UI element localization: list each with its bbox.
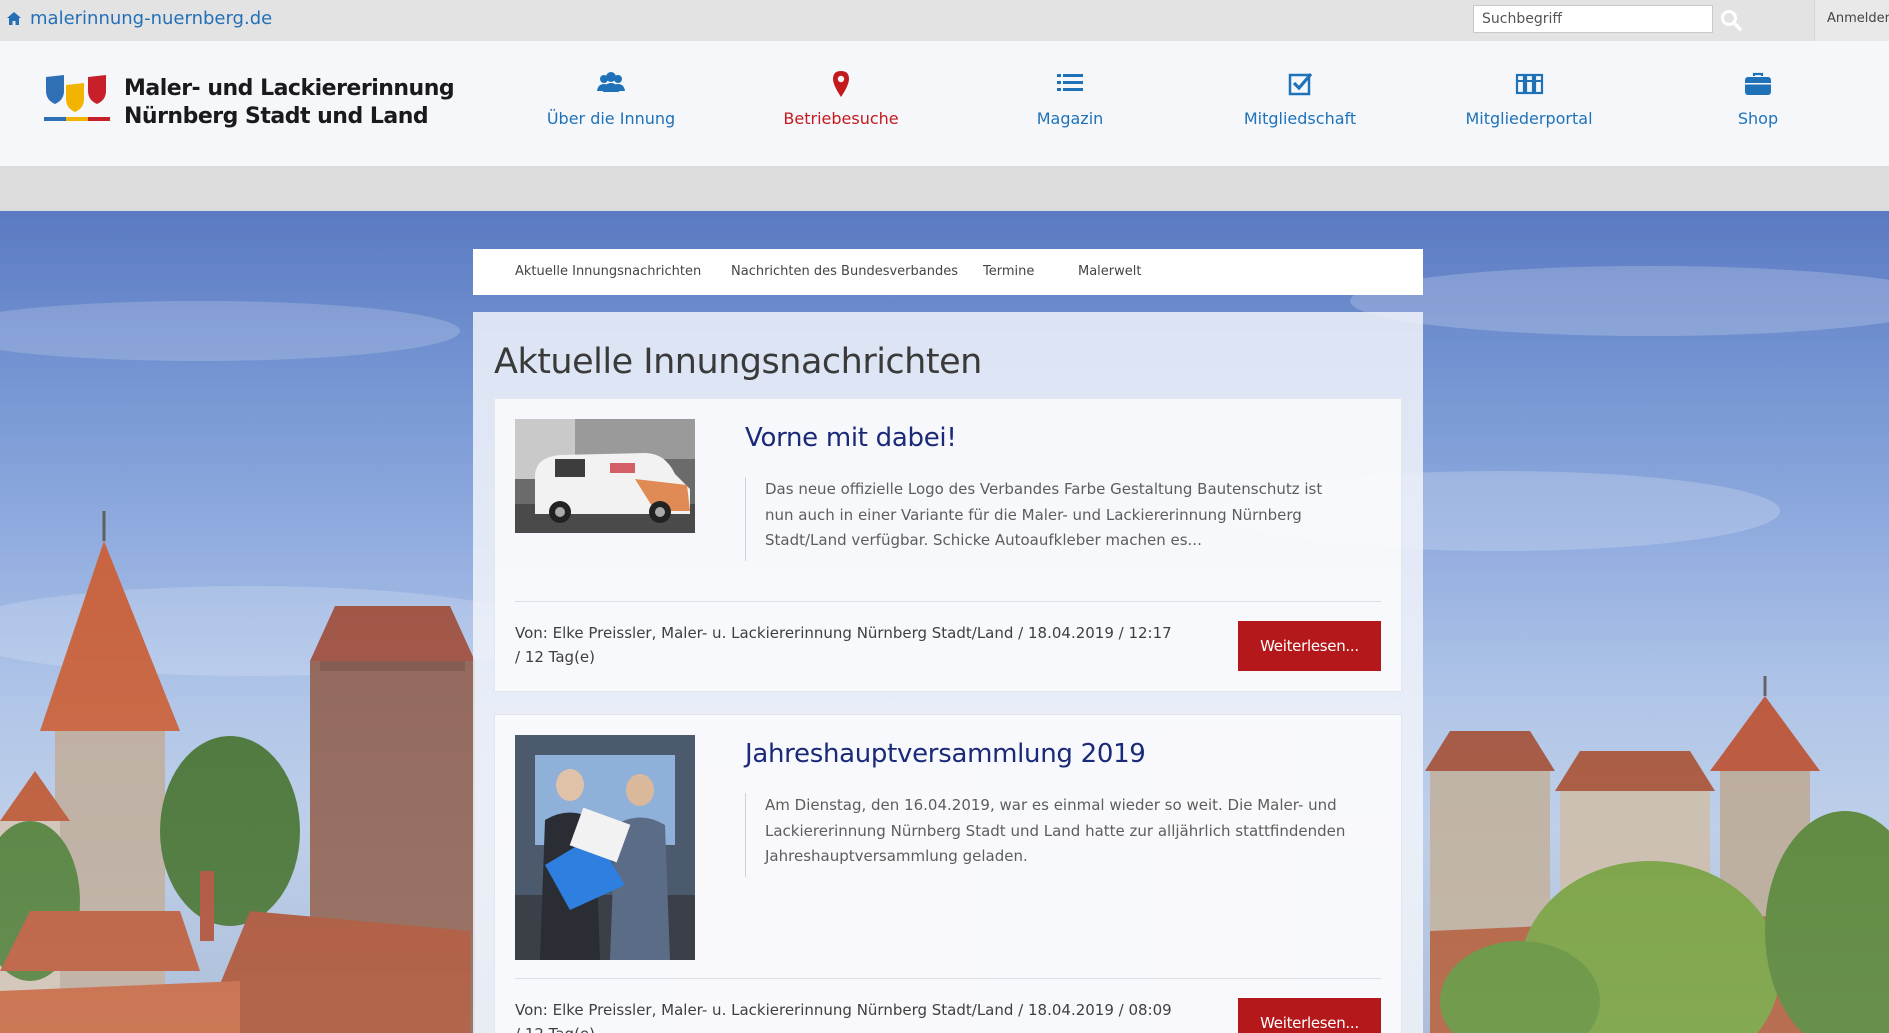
nav-item-betriebesuche[interactable]: Betriebesuche xyxy=(741,69,941,128)
nav-item-shop[interactable]: Shop xyxy=(1658,69,1858,128)
nav-item-mitgliedschaft[interactable]: Mitgliedschaft xyxy=(1200,69,1400,128)
nav-label: Shop xyxy=(1737,109,1779,128)
meeting-photo-image xyxy=(515,735,695,960)
article-thumbnail-van[interactable] xyxy=(515,419,695,533)
nav-item-mitgliederportal[interactable]: Mitgliederportal xyxy=(1429,69,1629,128)
read-more-button[interactable]: Weiterlesen... xyxy=(1238,621,1381,671)
page-title: Aktuelle Innungsnachrichten xyxy=(494,342,982,382)
header-divider-band xyxy=(0,166,1889,211)
shield-logo-icon xyxy=(44,75,110,121)
subnav-item-malerwelt[interactable]: Malerwelt xyxy=(1078,264,1141,279)
nav-label: Betriebesuche xyxy=(783,109,899,128)
users-icon xyxy=(597,72,625,92)
subnav-item-aktuelle-innungsnachrichten[interactable]: Aktuelle Innungsnachrichten xyxy=(515,264,701,279)
logo-line-1: Maler- und Lackiererinnung xyxy=(124,76,455,101)
nav-label: Magazin xyxy=(1036,109,1104,128)
site-header: Maler- und Lackiererinnung Nürnberg Stad… xyxy=(0,41,1889,166)
news-card: Jahreshauptversammlung 2019 Am Dienstag,… xyxy=(494,714,1402,1033)
card-divider xyxy=(515,978,1381,979)
nav-item-ueber-die-innung[interactable]: Über die Innung xyxy=(511,69,711,128)
subnav-item-nachrichten-des-bundesverbandes[interactable]: Nachrichten des Bundesverbandes xyxy=(731,264,958,279)
innung-logo[interactable]: Maler- und Lackiererinnung Nürnberg Stad… xyxy=(42,73,455,135)
logo-wordmark: Maler- und Lackiererinnung Nürnberg Stad… xyxy=(124,75,455,131)
news-subnav: Aktuelle Innungsnachrichten Nachrichten … xyxy=(473,249,1423,295)
subnav-item-termine[interactable]: Termine xyxy=(983,264,1034,279)
search-input[interactable] xyxy=(1473,5,1713,33)
site-home-link[interactable]: malerinnung-nuernberg.de xyxy=(30,8,272,29)
login-link[interactable]: Anmelden xyxy=(1827,11,1889,26)
login-area: Anmelden xyxy=(1814,0,1889,41)
logo-line-2: Nürnberg Stadt und Land xyxy=(124,104,429,129)
list-icon xyxy=(1057,74,1083,91)
checkbox-icon xyxy=(1288,72,1313,96)
card-divider xyxy=(515,601,1381,602)
news-card: Vorne mit dabei! Das neue offizielle Log… xyxy=(494,398,1402,692)
top-utility-bar: malerinnung-nuernberg.de Anmelden xyxy=(0,0,1889,41)
nav-item-magazin[interactable]: Magazin xyxy=(970,69,1170,128)
van-image xyxy=(515,419,695,533)
home-icon[interactable] xyxy=(6,11,22,27)
article-excerpt: Das neue offizielle Logo des Verbandes F… xyxy=(745,477,1355,561)
article-excerpt: Am Dienstag, den 16.04.2019, war es einm… xyxy=(745,793,1355,877)
map-pin-icon xyxy=(833,71,849,97)
search-icon[interactable] xyxy=(1719,8,1743,32)
read-more-button[interactable]: Weiterlesen... xyxy=(1238,998,1381,1033)
article-meta: Von: Elke Preissler, Maler- u. Lackierer… xyxy=(515,624,1172,666)
nav-label: Mitgliedschaft xyxy=(1243,109,1357,128)
briefcase-icon xyxy=(1745,72,1771,95)
nav-label: Mitgliederportal xyxy=(1465,109,1593,128)
article-meta: Von: Elke Preissler, Maler- u. Lackierer… xyxy=(515,1001,1172,1033)
binders-icon xyxy=(1515,73,1544,95)
article-title[interactable]: Vorne mit dabei! xyxy=(745,423,957,453)
article-thumbnail-meeting[interactable] xyxy=(515,735,695,960)
nav-label: Über die Innung xyxy=(546,109,676,128)
news-panel: Aktuelle Innungsnachrichten Vorne mit da… xyxy=(473,312,1423,1033)
article-title[interactable]: Jahreshauptversammlung 2019 xyxy=(745,739,1146,769)
